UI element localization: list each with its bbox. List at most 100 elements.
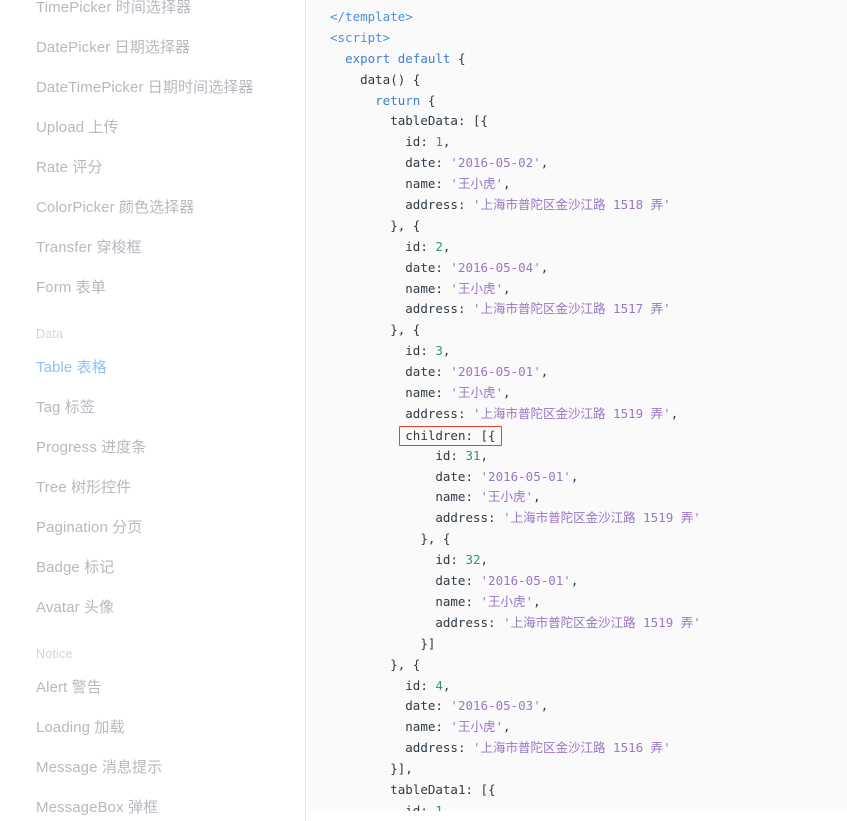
sidebar-item-progress[interactable]: Progress 进度条 xyxy=(0,428,305,468)
sidebar-item-avatar[interactable]: Avatar 头像 xyxy=(0,588,305,628)
sidebar-item-datetimepicker[interactable]: DateTimePicker 日期时间选择器 xyxy=(0,68,305,108)
code-line: name: '王小虎', xyxy=(330,717,847,738)
code-line: date: '2016-05-03', xyxy=(330,696,847,717)
code-token-str: '王小虎' xyxy=(450,280,503,296)
code-line: address: '上海市普陀区金沙江路 1519 弄', xyxy=(330,404,847,425)
sidebar-item-badge[interactable]: Badge 标记 xyxy=(0,548,305,588)
code-line: }, { xyxy=(330,320,847,341)
code-token-plain: data() { xyxy=(360,71,421,87)
code-token-plain: , xyxy=(533,593,541,609)
code-token-str: '2016-05-04' xyxy=(450,259,541,275)
code-token-plain: , xyxy=(540,364,549,380)
code-token-plain: address: xyxy=(405,197,473,213)
code-line: id: 31, xyxy=(330,446,847,467)
code-token-plain: date: xyxy=(435,468,481,484)
code-token-num: 2 xyxy=(435,238,443,254)
sidebar-group-notice: Notice xyxy=(36,647,73,661)
sidebar-item-transfer[interactable]: Transfer 穿梭框 xyxy=(0,228,305,268)
code-token-str: '2016-05-03' xyxy=(450,698,541,714)
code-token-str: '2016-05-01' xyxy=(480,468,571,484)
code-line: address: '上海市普陀区金沙江路 1517 弄' xyxy=(330,299,847,320)
code-token-plain: id: xyxy=(405,677,436,693)
code-highlight-box: children: [{ xyxy=(399,425,502,446)
code-token-str: '2016-05-01' xyxy=(480,573,571,589)
code-token-plain: , xyxy=(442,677,451,693)
code-token-num: 1 xyxy=(435,802,443,811)
code-token-plain: address: xyxy=(435,614,504,630)
code-token-str: '王小虎' xyxy=(450,385,503,401)
code-token-plain: , xyxy=(502,719,511,735)
sidebar-item-messagebox[interactable]: MessageBox 弹框 xyxy=(0,788,305,821)
sidebar-item-table[interactable]: Table 表格 xyxy=(0,348,305,388)
sidebar-item-rate[interactable]: Rate 评分 xyxy=(0,148,305,188)
code-line: tableData: [{ xyxy=(330,111,847,132)
code-line: id: 4, xyxy=(330,676,847,697)
code-token-plain: }, { xyxy=(390,656,421,672)
source-code-block[interactable]: </template> <script> export default { dat… xyxy=(308,0,847,811)
code-token-plain: address: xyxy=(405,301,473,317)
code-line: export default { xyxy=(330,49,847,70)
code-token-plain: id: xyxy=(405,238,436,254)
code-line: address: '上海市普陀区金沙江路 1516 弄' xyxy=(330,738,847,759)
sidebar-item-form[interactable]: Form 表单 xyxy=(0,268,305,308)
sidebar-item-tree[interactable]: Tree 树形控件 xyxy=(0,468,305,508)
code-token-plain: , xyxy=(502,176,511,192)
code-line: id: 2, xyxy=(330,237,847,258)
code-token-plain: id: xyxy=(405,802,436,811)
code-token-plain: , xyxy=(670,405,679,421)
code-line: }], xyxy=(330,759,847,780)
code-line: date: '2016-05-01', xyxy=(330,571,847,592)
sidebar-item-timepicker[interactable]: TimePicker 时间选择器 xyxy=(0,0,305,28)
code-line: children: [{ xyxy=(330,425,847,446)
code-token-plain: }, { xyxy=(390,322,421,338)
code-line: id: 32, xyxy=(330,550,847,571)
code-line: name: '王小虎', xyxy=(330,279,847,300)
code-token-str: '上海市普陀区金沙江路 1519 弄' xyxy=(503,614,701,630)
code-token-plain: , xyxy=(540,259,549,275)
code-token-plain: name: xyxy=(435,489,481,505)
code-token-plain: , xyxy=(570,573,579,589)
code-example-pane: </template> <script> export default { dat… xyxy=(306,0,847,821)
code-token-plain: , xyxy=(442,134,451,150)
code-token-plain: date: xyxy=(405,155,451,171)
code-line: id: 3, xyxy=(330,341,847,362)
code-token-plain: address: xyxy=(435,510,504,526)
code-token-str: '王小虎' xyxy=(450,176,503,192)
code-token-plain: , xyxy=(442,238,451,254)
code-token-num: 32 xyxy=(465,552,481,568)
sidebar-item-message[interactable]: Message 消息提示 xyxy=(0,748,305,788)
code-line: name: '王小虎', xyxy=(330,174,847,195)
code-line: return { xyxy=(330,91,847,112)
component-sidebar-nav: TimePicker 时间选择器 DatePicker 日期选择器 DateTime… xyxy=(0,0,306,821)
sidebar-item-pagination[interactable]: Pagination 分页 xyxy=(0,508,305,548)
sidebar-item-loading[interactable]: Loading 加载 xyxy=(0,708,305,748)
code-token-plain: , xyxy=(502,385,511,401)
code-token-plain: address: xyxy=(405,740,473,756)
code-token-plain: date: xyxy=(405,364,451,380)
code-line: }] xyxy=(330,634,847,655)
sidebar-item-list: TimePicker 时间选择器 DatePicker 日期选择器 DateTime… xyxy=(0,0,305,821)
code-token-plain: }, { xyxy=(390,217,421,233)
code-line: }, { xyxy=(330,529,847,550)
sidebar-item-tag[interactable]: Tag 标签 xyxy=(0,388,305,428)
code-token-num: 31 xyxy=(465,447,481,463)
code-token-plain: id: xyxy=(435,447,466,463)
code-line: address: '上海市普陀区金沙江路 1519 弄' xyxy=(330,508,847,529)
code-token-plain: name: xyxy=(405,719,451,735)
code-token-tag: <script> xyxy=(330,29,391,45)
code-token-str: '上海市普陀区金沙江路 1518 弄' xyxy=(473,197,671,213)
code-line: }, { xyxy=(330,655,847,676)
code-token-plain: }, { xyxy=(420,531,451,547)
sidebar-item-alert[interactable]: Alert 警告 xyxy=(0,668,305,708)
sidebar-item-upload[interactable]: Upload 上传 xyxy=(0,108,305,148)
code-token-plain: { xyxy=(450,50,466,66)
code-token-plain: name: xyxy=(405,385,451,401)
documentation-page: TimePicker 时间选择器 DatePicker 日期选择器 DateTime… xyxy=(0,0,847,821)
sidebar-item-datepicker[interactable]: DatePicker 日期选择器 xyxy=(0,28,305,68)
code-token-str: '王小虎' xyxy=(480,489,534,505)
code-line: name: '王小虎', xyxy=(330,592,847,613)
code-line: date: '2016-05-04', xyxy=(330,258,847,279)
code-token-plain: date: xyxy=(405,698,451,714)
code-line: address: '上海市普陀区金沙江路 1519 弄' xyxy=(330,613,847,634)
sidebar-item-colorpicker[interactable]: ColorPicker 颜色选择器 xyxy=(0,188,305,228)
